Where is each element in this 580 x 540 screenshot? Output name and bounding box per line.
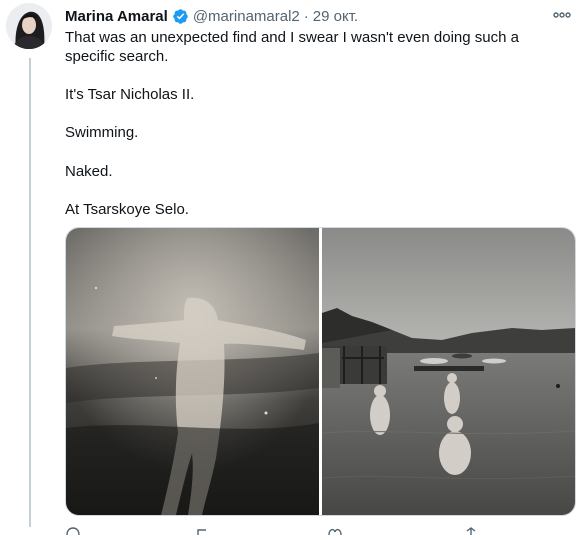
author-handle[interactable]: @marinamaral2 bbox=[193, 8, 300, 25]
separator-dot: · bbox=[303, 7, 309, 25]
more-horizontal-icon[interactable] bbox=[551, 4, 573, 26]
tweet-paragraph: At Tsarskoye Selo. bbox=[65, 201, 189, 218]
author-name[interactable]: Marina Amaral bbox=[65, 8, 168, 25]
tweet[interactable]: Marina Amaral @marinamaral2 · 29 окт. Th… bbox=[0, 0, 580, 536]
share-icon[interactable] bbox=[463, 522, 479, 535]
tweet-paragraph: Naked. bbox=[65, 163, 113, 180]
reply-icon[interactable] bbox=[65, 522, 81, 536]
photo-left[interactable] bbox=[66, 228, 319, 515]
tweet-paragraph: It's Tsar Nicholas II. bbox=[65, 86, 195, 103]
tweet-date[interactable]: 29 окт. bbox=[313, 8, 358, 25]
tweet-header: Marina Amaral @marinamaral2 · 29 окт. bbox=[65, 5, 358, 27]
media-grid bbox=[65, 227, 576, 516]
avatar[interactable] bbox=[6, 3, 52, 49]
photo-right[interactable] bbox=[322, 228, 575, 515]
thread-line bbox=[29, 58, 31, 527]
retweet-icon[interactable] bbox=[195, 522, 211, 535]
tweet-paragraph: Swimming. bbox=[65, 124, 139, 141]
like-icon[interactable] bbox=[327, 522, 343, 536]
tweet-paragraph: That was an unexpected find and I swear … bbox=[65, 29, 519, 65]
tweet-actions bbox=[65, 518, 570, 536]
verified-badge-icon bbox=[172, 8, 189, 25]
